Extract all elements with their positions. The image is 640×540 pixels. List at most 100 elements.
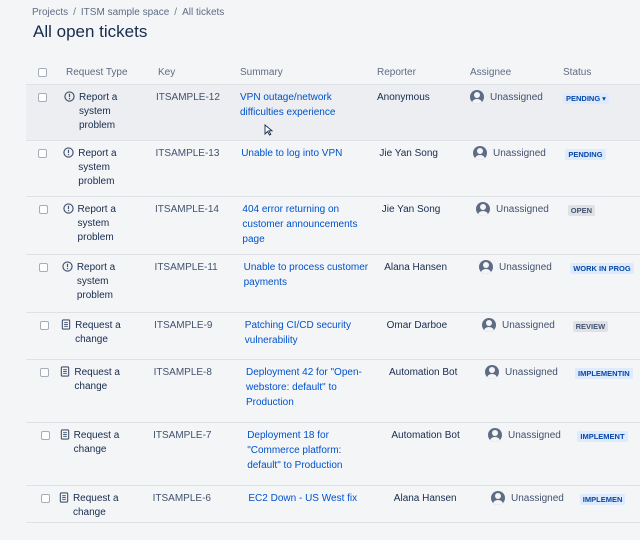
avatar-icon <box>488 428 502 442</box>
status-badge[interactable]: PENDING <box>565 149 606 160</box>
ticket-summary-link[interactable]: Unable to process customer payments <box>244 260 369 290</box>
avatar-icon <box>491 491 505 505</box>
ticket-summary-link[interactable]: EC2 Down - US West fix <box>248 491 373 506</box>
row-checkbox[interactable] <box>41 494 51 503</box>
avatar-icon <box>476 202 490 216</box>
assignee-name: Unassigned <box>493 147 546 159</box>
ticket-summary-link[interactable]: Patching CI/CD security vulnerability <box>245 318 370 348</box>
column-header-status[interactable]: Status <box>563 67 591 78</box>
column-header-reporter[interactable]: Reporter <box>377 67 416 78</box>
row-checkbox[interactable] <box>38 93 47 102</box>
table-row[interactable]: Request a change ITSAMPLE-7 Deployment 18 f… <box>26 423 640 486</box>
ticket-key[interactable]: ITSAMPLE-9 <box>154 319 212 333</box>
table-row[interactable]: Report a system problem ITSAMPLE-12 VPN outa… <box>26 85 640 141</box>
table-row[interactable]: Request a change ITSAMPLE-6 EC2 Down - US W… <box>26 486 640 523</box>
request-type: Request a change <box>61 319 141 347</box>
table-row[interactable]: Report a system problem ITSAMPLE-11 Unable t… <box>26 255 640 313</box>
ticket-key[interactable]: ITSAMPLE-7 <box>153 429 211 443</box>
request-type-label: Report a system problem <box>76 262 116 301</box>
reporter-name: Anonymous <box>377 92 430 103</box>
table-row[interactable]: Request a change ITSAMPLE-8 Deployment 42 f… <box>26 360 640 423</box>
column-header-key[interactable]: Key <box>158 67 175 78</box>
assignee[interactable]: Unassigned <box>491 491 564 505</box>
assignee[interactable]: Unassigned <box>488 428 561 442</box>
row-checkbox[interactable] <box>39 263 49 272</box>
table-row[interactable]: Request a change ITSAMPLE-9 Patching CI/CD … <box>26 313 640 360</box>
request-type: Report a system problem <box>63 147 143 189</box>
status-badge[interactable]: WORK IN PROG <box>570 263 634 274</box>
select-all-checkbox[interactable] <box>38 68 47 77</box>
breadcrumb-separator: / <box>174 7 178 18</box>
tickets-table: Request Type Key Summary Reporter Assign… <box>26 62 640 523</box>
status-badge[interactable]: IMPLEMEN <box>579 494 626 505</box>
assignee-name: Unassigned <box>505 366 558 378</box>
table-header: Request Type Key Summary Reporter Assign… <box>26 62 640 85</box>
breadcrumb-projects[interactable]: Projects <box>32 7 68 18</box>
table-row[interactable]: Report a system problem ITSAMPLE-14 404 erro… <box>26 197 640 255</box>
assignee[interactable]: Unassigned <box>470 90 543 104</box>
status-badge[interactable]: OPEN <box>567 205 596 216</box>
ticket-key[interactable]: ITSAMPLE-8 <box>154 366 212 380</box>
ticket-summary-link[interactable]: Deployment 18 for "Commerce platform: de… <box>247 428 372 473</box>
breadcrumb-all-tickets[interactable]: All tickets <box>182 7 224 18</box>
assignee[interactable]: Unassigned <box>479 260 552 274</box>
status-badge[interactable]: REVIEW <box>572 321 609 332</box>
request-type-label: Report a system problem <box>79 92 118 131</box>
ticket-summary-link[interactable]: 404 error returning on customer announce… <box>242 202 367 247</box>
row-checkbox[interactable] <box>39 321 49 330</box>
table-row[interactable]: Report a system problem ITSAMPLE-13 Unable t… <box>26 141 640 197</box>
ticket-summary-link[interactable]: Unable to log into VPN <box>241 146 366 161</box>
avatar-icon <box>482 318 496 332</box>
row-checkbox[interactable] <box>38 205 48 214</box>
assignee-name: Unassigned <box>508 429 561 441</box>
reporter-name: Jie Yan Song <box>381 204 441 215</box>
ticket-key[interactable]: ITSAMPLE-12 <box>156 91 220 105</box>
chevron-down-icon: ▾ <box>602 94 606 103</box>
avatar-icon <box>470 90 484 104</box>
request-type: Report a system problem <box>64 91 144 133</box>
mouse-cursor-icon <box>264 124 273 136</box>
document-icon <box>59 492 69 503</box>
column-header-assignee[interactable]: Assignee <box>470 67 511 78</box>
avatar-icon <box>485 365 499 379</box>
assignee[interactable]: Unassigned <box>476 202 549 216</box>
request-type: Report a system problem <box>62 261 142 303</box>
ticket-key[interactable]: ITSAMPLE-13 <box>156 147 220 161</box>
assignee[interactable]: Unassigned <box>473 146 546 160</box>
request-type: Request a change <box>59 492 139 520</box>
column-header-summary[interactable]: Summary <box>240 67 283 78</box>
assignee[interactable]: Unassigned <box>485 365 558 379</box>
status-badge[interactable]: IMPLEMENTIN <box>575 368 633 379</box>
request-type: Request a change <box>60 429 140 457</box>
page-title: All open tickets <box>33 22 148 41</box>
assignee-name: Unassigned <box>499 261 552 273</box>
row-checkbox[interactable] <box>40 368 50 377</box>
ticket-key[interactable]: ITSAMPLE-14 <box>155 203 219 217</box>
reporter-name: Automation Bot <box>391 430 460 441</box>
assignee-name: Unassigned <box>511 492 564 504</box>
alert-icon <box>63 147 74 158</box>
ticket-key[interactable]: ITSAMPLE-6 <box>153 492 211 506</box>
row-checkbox[interactable] <box>40 431 50 440</box>
avatar-icon <box>479 260 493 274</box>
reporter-name: Omar Darboe <box>386 320 448 331</box>
ticket-key[interactable]: ITSAMPLE-11 <box>155 261 218 275</box>
status-badge[interactable]: IMPLEMENT <box>577 431 628 442</box>
assignee[interactable]: Unassigned <box>482 318 555 332</box>
breadcrumb-space[interactable]: ITSM sample space <box>81 7 169 18</box>
reporter-name: Jie Yan Song <box>379 148 438 159</box>
ticket-summary-link[interactable]: Deployment 42 for "Open-webstore: defaul… <box>246 365 371 410</box>
avatar-icon <box>473 146 487 160</box>
column-header-request-type[interactable]: Request Type <box>66 67 128 78</box>
request-type-label: Request a change <box>74 367 120 392</box>
document-icon <box>60 366 70 377</box>
reporter-name: Alana Hansen <box>393 493 457 504</box>
ticket-summary-link[interactable]: VPN outage/network difficulties experien… <box>240 90 365 120</box>
table-body: Report a system problem ITSAMPLE-12 VPN outa… <box>26 85 640 523</box>
assignee-name: Unassigned <box>502 319 555 331</box>
assignee-name: Unassigned <box>496 203 549 215</box>
status-badge[interactable]: PENDING ▾ <box>563 93 609 104</box>
request-type-label: Request a change <box>73 430 120 455</box>
alert-icon <box>64 91 75 102</box>
row-checkbox[interactable] <box>38 149 48 158</box>
